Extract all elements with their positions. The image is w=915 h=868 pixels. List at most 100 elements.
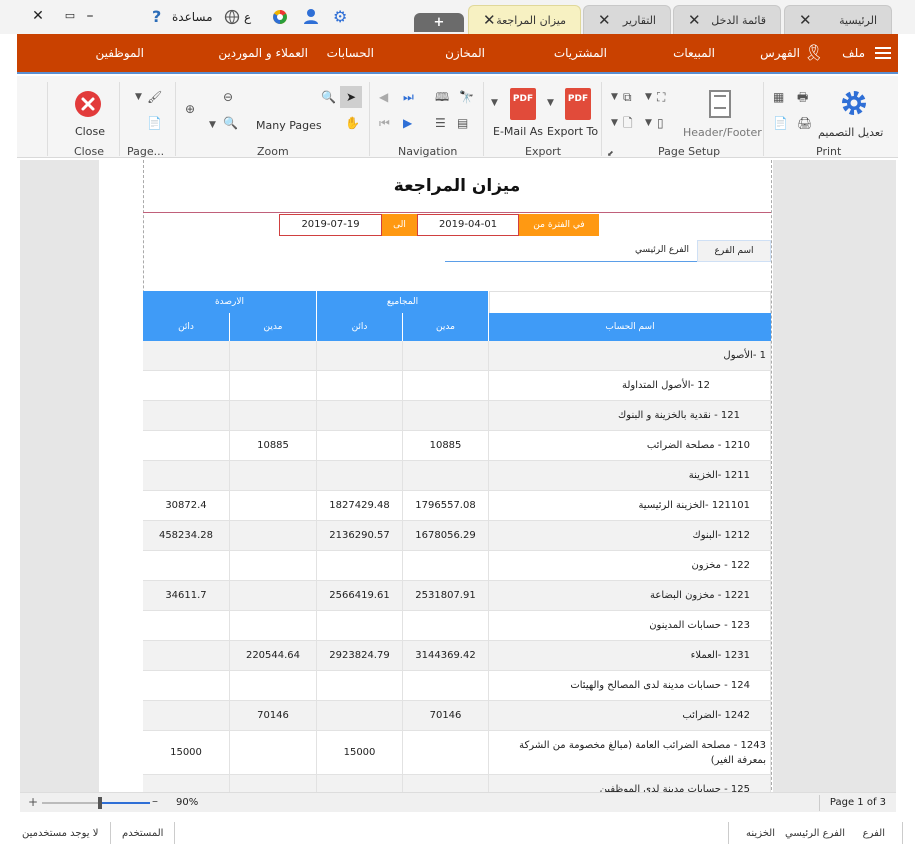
- design-gear-icon[interactable]: [839, 88, 869, 118]
- theme-color-icon[interactable]: [272, 9, 288, 25]
- export-pdf-icon[interactable]: PDF: [565, 88, 591, 120]
- header-footer-button[interactable]: Header/Footer: [683, 126, 762, 139]
- help-label[interactable]: مساعدة: [172, 10, 213, 24]
- header-footer-icon[interactable]: [709, 90, 731, 118]
- amount-cell: 458234.28: [143, 521, 230, 551]
- design-button[interactable]: تعديل التصميم: [818, 126, 883, 139]
- hamburger-menu-icon[interactable]: [875, 47, 891, 59]
- maximize-icon[interactable]: ▭: [60, 8, 80, 24]
- amount-cell: [143, 371, 230, 401]
- user-icon[interactable]: [303, 8, 319, 25]
- email-dropdown-icon[interactable]: ▼: [491, 96, 498, 110]
- page-color-dropdown-icon[interactable]: ▼: [135, 90, 142, 104]
- zoom-out-small-icon[interactable]: +: [28, 795, 38, 809]
- language-label[interactable]: ع: [244, 10, 251, 24]
- next-page-icon[interactable]: ▶: [403, 116, 412, 130]
- thumbnails-icon[interactable]: ▤: [457, 116, 468, 130]
- tab-reports[interactable]: ✕ التقارير: [583, 5, 671, 34]
- footer-branch-label: الفرع: [862, 828, 885, 839]
- menu-employees[interactable]: الموظفين: [95, 46, 144, 60]
- pointer-tool-icon[interactable]: ➤: [340, 86, 362, 108]
- table-row: 30872.4 1827429.48 1796557.08 121101 -الخزي…: [143, 491, 771, 521]
- zoom-out-icon[interactable]: ⊖: [223, 90, 233, 104]
- close-window-icon[interactable]: ✕: [28, 8, 48, 24]
- margins-dropdown-icon[interactable]: ▼: [645, 90, 652, 104]
- export-to-button[interactable]: Export To: [547, 125, 598, 138]
- page-question-icon[interactable]: 📄: [773, 116, 788, 130]
- menu-index[interactable]: الفهرس: [760, 46, 800, 60]
- close-tab-icon[interactable]: ✕: [483, 11, 496, 29]
- amount-cell: [143, 671, 230, 701]
- paper-size-dropdown-icon[interactable]: ▼: [611, 116, 618, 130]
- language-globe-icon[interactable]: [224, 9, 240, 25]
- last-page-icon[interactable]: ⏭: [403, 90, 414, 104]
- tab-income-statement[interactable]: ✕ قائمة الدخل: [673, 5, 781, 34]
- amount-cell: [230, 461, 317, 491]
- parameters-icon[interactable]: ☰: [435, 116, 446, 130]
- previous-page-icon[interactable]: ◀: [379, 90, 388, 104]
- export-dropdown-icon[interactable]: ▼: [547, 96, 554, 110]
- email-as-button[interactable]: E-Mail As: [493, 125, 543, 138]
- zoom-icon[interactable]: 🔍: [223, 116, 238, 130]
- hand-tool-icon[interactable]: ✋: [345, 116, 360, 130]
- bookmarks-icon[interactable]: 🕮: [435, 90, 449, 104]
- account-name-cell: 1211 -الخزينة: [489, 461, 771, 491]
- amount-cell: 1678056.29: [403, 521, 489, 551]
- page-setup-launcher-icon[interactable]: ⬋: [607, 147, 614, 161]
- menu-accounts[interactable]: الحسابات: [327, 46, 374, 60]
- scale-dropdown-icon[interactable]: ▼: [645, 116, 652, 130]
- find-icon[interactable]: 🔭: [459, 90, 474, 104]
- amount-cell: 2566419.61: [317, 581, 403, 611]
- many-pages-button[interactable]: Many Pages: [256, 119, 322, 132]
- scale-icon[interactable]: ▯: [657, 116, 664, 130]
- add-tab-button[interactable]: +: [414, 13, 464, 32]
- group-zoom: Zoom: [257, 145, 289, 158]
- col-header-total-credit: دائن: [317, 313, 403, 341]
- help-icon[interactable]: ?: [152, 7, 161, 26]
- close-tab-icon[interactable]: ✕: [799, 11, 812, 29]
- amount-cell: 10885: [230, 431, 317, 461]
- page-color-icon[interactable]: 🖌: [147, 90, 162, 104]
- table-row: 10885 10885 1210 - مصلحة الضرائب: [143, 431, 771, 461]
- zoom-in-small-icon[interactable]: –: [152, 794, 158, 808]
- footer-no-users: لا يوجد مستخدمين: [22, 828, 99, 839]
- menu-customers-suppliers[interactable]: العملاء و الموردين: [218, 46, 308, 60]
- watermark-icon[interactable]: 📄: [147, 116, 162, 130]
- menu-purchases[interactable]: المشتريات: [554, 46, 607, 60]
- margins-icon[interactable]: ⛶: [657, 90, 665, 104]
- grid-options-icon[interactable]: ▦: [773, 90, 784, 104]
- close-preview-icon[interactable]: [74, 90, 102, 118]
- tab-trial-balance[interactable]: ✕ ميزان المراجعة: [468, 5, 581, 34]
- amount-cell: [230, 521, 317, 551]
- orientation-icon[interactable]: ⧉: [623, 90, 632, 104]
- amount-cell: [317, 461, 403, 491]
- print-icon[interactable]: 🖶: [797, 90, 808, 104]
- first-page-icon[interactable]: ⏮: [379, 116, 390, 130]
- menu-warehouses[interactable]: المخازن: [445, 46, 485, 60]
- email-pdf-icon[interactable]: PDF: [510, 88, 536, 120]
- amount-cell: [230, 341, 317, 371]
- amount-cell: [143, 641, 230, 671]
- account-name-cell: 125 - حسابات مدينة لدى الموظفين: [489, 775, 771, 792]
- orientation-dropdown-icon[interactable]: ▼: [611, 90, 618, 104]
- quick-print-icon[interactable]: 🖨: [797, 116, 812, 130]
- close-preview-button[interactable]: Close: [75, 125, 105, 138]
- amount-cell: [143, 551, 230, 581]
- magnifier-tool-icon[interactable]: 🔍: [321, 90, 336, 104]
- amount-cell: 220544.64: [230, 641, 317, 671]
- branch-label: اسم الفرع: [697, 240, 771, 262]
- menu-sales[interactable]: المبيعات: [673, 46, 715, 60]
- close-tab-icon[interactable]: ✕: [598, 11, 611, 29]
- settings-icon[interactable]: ⚙: [333, 7, 347, 26]
- tab-home[interactable]: ✕ الرئيسية: [784, 5, 892, 34]
- print-preview-ribbon: تعديل التصميم 🖶 🖨 ▦ 📄 Print Header/Foote…: [17, 76, 898, 158]
- paper-size-icon[interactable]: 🗋: [623, 116, 633, 130]
- close-tab-icon[interactable]: ✕: [688, 11, 701, 29]
- document-preview[interactable]: ميزان المراجعة في الفترة من 2019-04-01 ا…: [20, 160, 896, 792]
- minimize-icon[interactable]: –: [80, 8, 100, 24]
- zoom-dropdown-icon[interactable]: ▼: [209, 118, 216, 132]
- zoom-slider-thumb[interactable]: [98, 797, 102, 809]
- ribbon-award-icon: 🎗: [803, 43, 824, 62]
- zoom-in-icon[interactable]: ⊕: [185, 102, 195, 116]
- menu-file[interactable]: ملف: [842, 46, 865, 60]
